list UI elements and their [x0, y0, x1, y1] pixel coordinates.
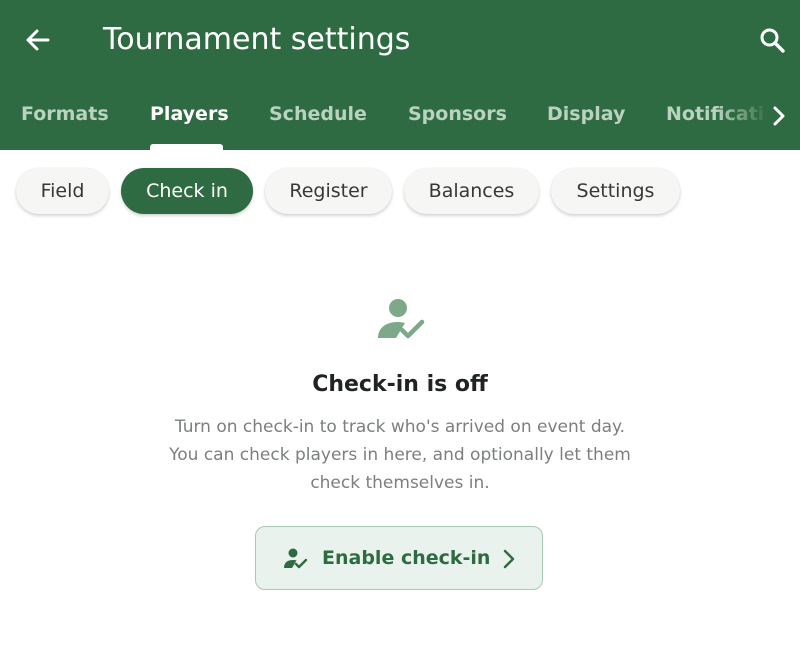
chip-field[interactable]: Field	[16, 168, 109, 214]
search-icon	[760, 28, 785, 53]
empty-state-description-line: You can check players in here, and optio…	[169, 445, 631, 465]
empty-state-description: Turn on check-in to track who's arrived …	[120, 413, 680, 497]
person-check-icon	[284, 548, 308, 569]
top-app-bar: Tournament settings Formats Players Sche…	[0, 0, 800, 150]
empty-state-title: Check-in is off	[312, 372, 488, 397]
chip-check-in[interactable]: Check in	[121, 168, 253, 214]
tab-scroll-right-button[interactable]	[764, 98, 794, 134]
enable-check-in-button[interactable]: Enable check-in	[255, 526, 543, 590]
tab-players[interactable]: Players	[150, 88, 229, 150]
search-button[interactable]	[752, 22, 792, 58]
page-title: Tournament settings	[103, 22, 411, 57]
chip-register[interactable]: Register	[265, 168, 392, 214]
chip-balances[interactable]: Balances	[404, 168, 539, 214]
tab-schedule[interactable]: Schedule	[269, 88, 367, 150]
tab-formats[interactable]: Formats	[21, 88, 109, 150]
enable-check-in-label: Enable check-in	[322, 547, 491, 569]
person-check-icon	[378, 299, 425, 339]
tab-display[interactable]: Display	[547, 88, 625, 150]
arrow-left-icon	[26, 29, 50, 51]
active-tab-indicator	[150, 144, 223, 150]
chevron-right-icon	[773, 106, 785, 126]
tab-bar: Formats Players Schedule Sponsors Displa…	[0, 88, 800, 150]
chip-settings[interactable]: Settings	[551, 168, 680, 214]
app-screen: Tournament settings Formats Players Sche…	[0, 0, 800, 648]
empty-state-description-line: Turn on check-in to track who's arrived …	[174, 417, 626, 437]
chevron-right-icon	[503, 549, 515, 569]
tab-sponsors[interactable]: Sponsors	[408, 88, 507, 150]
empty-state-description-line: check themselves in.	[310, 473, 490, 493]
back-button[interactable]	[18, 22, 58, 58]
